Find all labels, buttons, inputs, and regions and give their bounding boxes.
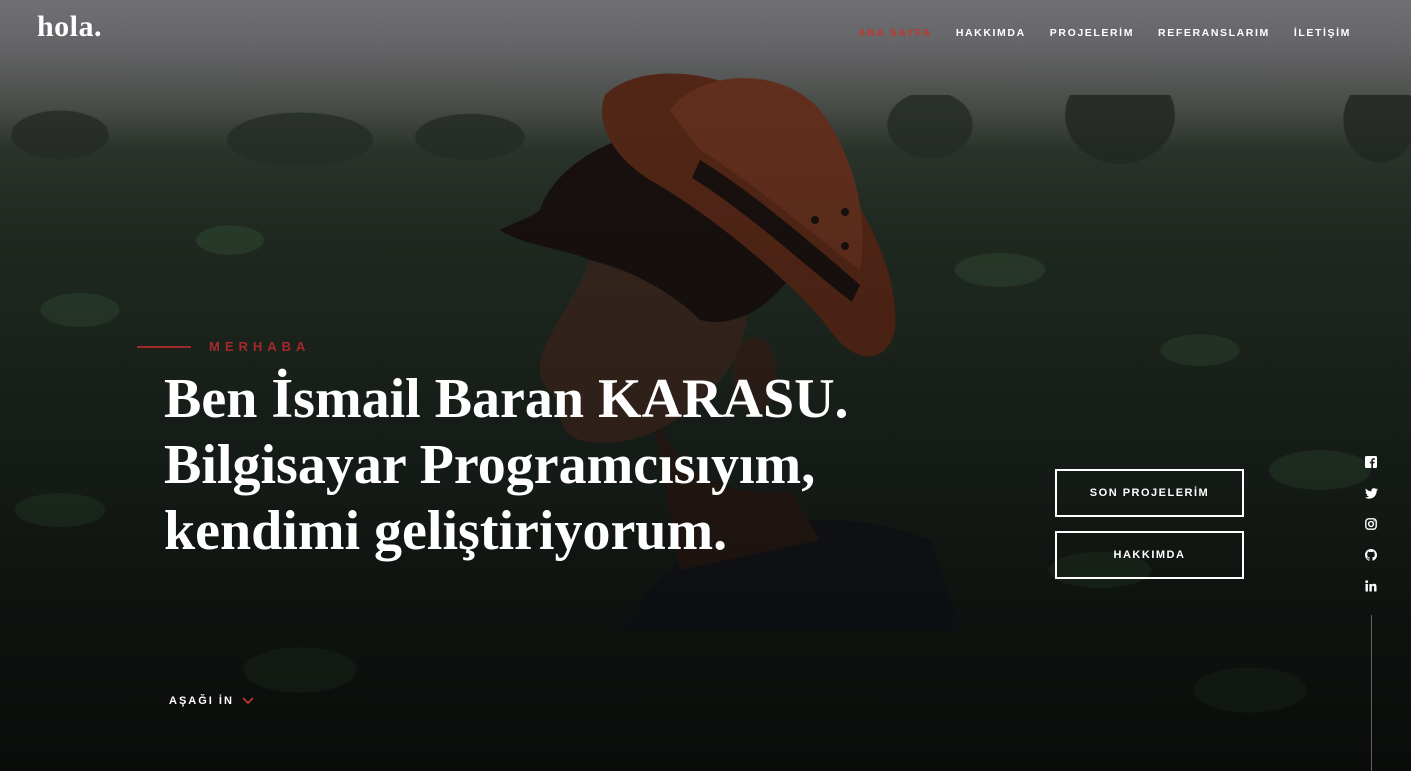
- twitter-icon[interactable]: [1364, 486, 1378, 500]
- about-button[interactable]: HAKKIMDA: [1055, 531, 1244, 579]
- headline-line-3: kendimi geliştiriyorum.: [164, 500, 728, 562]
- nav-item-about[interactable]: HAKKIMDA: [956, 27, 1026, 39]
- headline-line-2: Bilgisayar Programcısıyım,: [164, 434, 816, 496]
- instagram-icon[interactable]: [1364, 517, 1378, 531]
- headline-line-1: Ben İsmail Baran KARASU.: [164, 368, 849, 430]
- linkedin-icon[interactable]: [1364, 579, 1378, 593]
- kicker-text: MERHABA: [209, 339, 311, 354]
- nav-item-contact[interactable]: İLETİŞİM: [1294, 27, 1351, 39]
- site-logo[interactable]: hola.: [37, 10, 102, 44]
- intro-headline: Ben İsmail Baran KARASU. Bilgisayar Prog…: [164, 366, 1004, 564]
- nav-item-projects[interactable]: PROJELERİM: [1050, 27, 1134, 39]
- scroll-down-link[interactable]: AŞAĞI İN: [169, 695, 254, 707]
- nav-item-home[interactable]: ANA SAYFA: [858, 27, 932, 39]
- social-links: [1363, 455, 1379, 593]
- kicker-line: [137, 345, 191, 348]
- intro-kicker: MERHABA: [137, 339, 310, 354]
- latest-projects-button[interactable]: SON PROJELERİM: [1055, 469, 1244, 517]
- chevron-down-icon: [242, 697, 254, 705]
- github-icon[interactable]: [1364, 548, 1378, 562]
- social-divider-line: [1371, 615, 1372, 771]
- scroll-down-label: AŞAĞI İN: [169, 695, 234, 707]
- main-nav: ANA SAYFA HAKKIMDA PROJELERİM REFERANSLA…: [858, 27, 1351, 39]
- nav-item-references[interactable]: REFERANSLARIM: [1158, 27, 1270, 39]
- facebook-icon[interactable]: [1364, 455, 1378, 469]
